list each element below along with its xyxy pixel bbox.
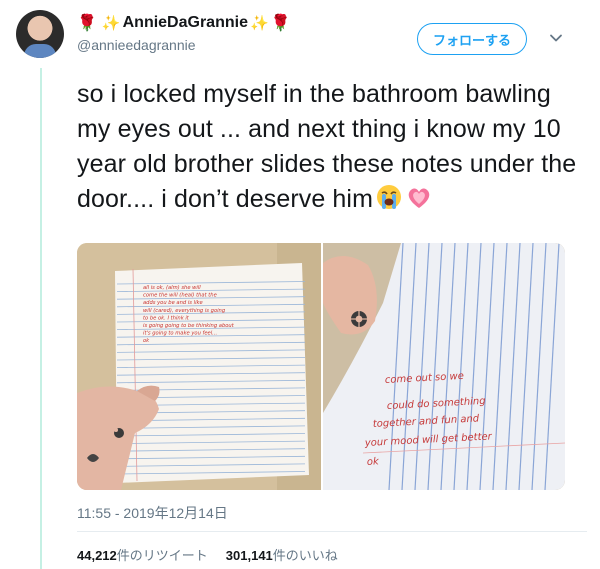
media-grid: all is ok, (alm) she will come the will (… — [77, 243, 565, 490]
follow-button[interactable]: フォローする — [417, 23, 527, 55]
avatar-shirt — [24, 44, 56, 58]
tweet-stats: 44,212件のリツイート 301,141件のいいね — [77, 545, 338, 564]
note-line-text: is going going to be thinking about — [143, 323, 235, 329]
handwritten-note-photo-icon: all is ok, (alm) she will come the will (… — [77, 243, 321, 490]
display-name[interactable]: AnnieDaGrannie — [123, 14, 248, 32]
note-photo-right[interactable]: come out so we could do something together… — [323, 243, 565, 490]
retweet-count: 44,212 — [77, 548, 117, 563]
loudly-crying-face-icon — [377, 185, 402, 209]
divider — [77, 531, 587, 532]
note-line-text: come the will (heal) that the — [143, 293, 217, 299]
growing-heart-icon — [408, 188, 430, 208]
retweet-stat[interactable]: 44,212件のリツイート — [77, 545, 208, 564]
note-line-text: will (cared), everything is going — [143, 308, 226, 314]
note-line-text: adds you be and is like — [143, 300, 203, 306]
note-line-text: ok — [143, 338, 150, 344]
like-stat[interactable]: 301,141件のいいね — [226, 545, 338, 564]
note-line-text: all is ok, (alm) she will — [143, 285, 201, 291]
chevron-down-icon[interactable] — [549, 31, 563, 45]
note-photo-left[interactable]: all is ok, (alm) she will come the will (… — [77, 243, 321, 490]
handwritten-note-photo-icon: come out so wecould do somethingtogether… — [323, 243, 565, 490]
rose-icon: 🌹 — [77, 15, 97, 32]
thread-line — [40, 68, 42, 569]
retweet-label: 件のリツイート — [116, 548, 208, 563]
tweet-timestamp[interactable]: 11:55 - 2019年12月14日 — [77, 503, 228, 523]
like-label: 件のいいね — [272, 548, 338, 563]
note-line-text: ok — [367, 456, 381, 468]
sparkles-icon: ✨ — [101, 15, 121, 32]
sparkles-icon: ✨ — [249, 15, 269, 32]
like-count: 301,141 — [225, 548, 273, 563]
tweet-text: so i locked myself in the bathroom bawli… — [77, 77, 587, 217]
rose-icon: 🌹 — [270, 15, 291, 32]
note-line-text: to be ok. I think it — [143, 315, 190, 321]
tweet-body: so i locked myself in the bathroom bawli… — [77, 80, 577, 213]
note-line-text: it's going to make you feel... — [143, 331, 217, 337]
avatar[interactable] — [16, 10, 64, 58]
